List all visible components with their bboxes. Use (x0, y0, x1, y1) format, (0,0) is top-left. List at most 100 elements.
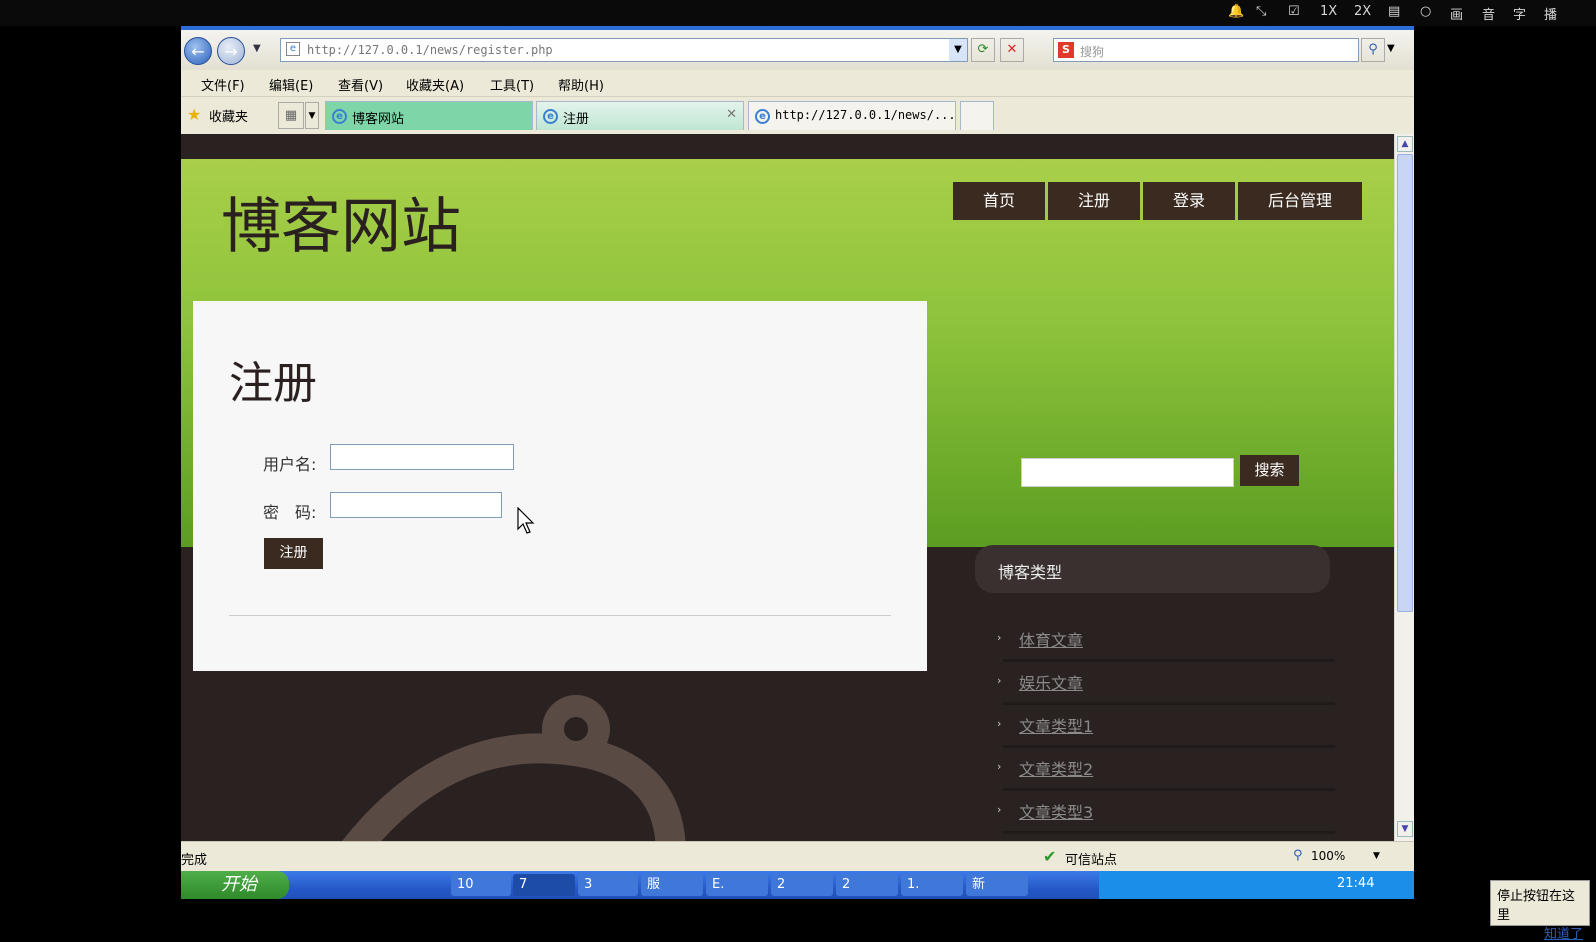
category-divider (1003, 831, 1335, 834)
ie-icon: e (543, 109, 558, 124)
vertical-scrollbar[interactable]: ▲ ▼ (1394, 134, 1414, 841)
nav-home[interactable]: 首页 (953, 182, 1045, 220)
nav-login[interactable]: 登录 (1143, 182, 1235, 220)
tab-list-icon[interactable]: ▼ (305, 102, 319, 129)
sogou-icon: S (1058, 42, 1074, 58)
taskbar-item-qq[interactable]: 2 (836, 874, 898, 896)
category-divider (1003, 745, 1335, 748)
register-submit-button[interactable]: 注册 (264, 538, 323, 569)
start-button[interactable]: 开始 (181, 871, 289, 899)
site-title[interactable]: 博客网站 (221, 178, 461, 265)
new-tab-button[interactable] (960, 101, 994, 130)
category-link-type3[interactable]: 文章类型3 (1019, 799, 1093, 823)
taskbar-item-word[interactable]: 3 (578, 874, 638, 896)
window-icon[interactable]: ▤ (1388, 4, 1400, 19)
swirl-decoration (342, 695, 686, 841)
category-link-entertainment[interactable]: 娱乐文章 (1019, 670, 1083, 694)
url-text[interactable]: http://127.0.0.1/news/register.php (307, 43, 553, 57)
clock[interactable]: 21:44 (1337, 876, 1374, 891)
stop-hint-popup: 停止按钮在这里 知道了 (1490, 880, 1590, 942)
zoom-dropdown-icon[interactable]: ▼ (1373, 851, 1380, 861)
zone-label[interactable]: 可信站点 (1065, 849, 1117, 868)
zoom-icon: ⚲ (1293, 848, 1303, 863)
sidebar-title: 博客类型 (998, 563, 1063, 582)
page-viewport: 博客网站 首页 注册 登录 后台管理 注册 用户名: 密 码: 注册 搜索 博客… (181, 134, 1394, 841)
register-heading: 注册 (229, 358, 317, 409)
ie-icon: e (755, 109, 770, 124)
password-input[interactable] (330, 492, 502, 518)
quick-tabs-icon[interactable]: ▦ (278, 102, 304, 129)
resize-icon[interactable]: ⤡ (1256, 4, 1266, 19)
sidebar-title-box: 博客类型 (975, 545, 1330, 593)
form-divider (229, 615, 891, 616)
windows-taskbar: 开始 10 7 3 服 E. 2 2 1. 新 21:44 (181, 871, 1414, 899)
stop-icon[interactable]: ✕ (1000, 38, 1024, 62)
favorites-label[interactable]: 收藏夹 (209, 106, 248, 125)
taskbar-item-folders[interactable]: 10 (451, 874, 511, 896)
username-label: 用户名: (263, 455, 317, 474)
menu-view[interactable]: 查看(V) (338, 75, 383, 94)
zoom-1x-button[interactable]: 1X (1320, 4, 1337, 19)
category-link-sports[interactable]: 体育文章 (1019, 627, 1083, 651)
search-options-icon[interactable]: ▼ (1387, 43, 1395, 54)
address-bar[interactable]: e http://127.0.0.1/news/register.php ▼ (280, 38, 968, 62)
tab-label: 博客网站 (352, 112, 405, 127)
password-label: 密 码: (263, 503, 317, 522)
scroll-down-icon[interactable]: ▼ (1397, 821, 1413, 837)
scroll-thumb[interactable] (1397, 154, 1413, 612)
bell-icon[interactable]: 🔔 (1228, 4, 1244, 19)
start-label: 开始 (221, 874, 257, 895)
bullet-icon: › (997, 631, 1002, 644)
taskbar-item-paint[interactable]: 2 (771, 874, 833, 896)
search-engine-box[interactable]: S 搜狗 (1053, 38, 1359, 62)
search-go-icon[interactable]: ⚲ (1361, 38, 1385, 62)
search-placeholder: 搜狗 (1080, 45, 1105, 59)
bullet-icon: › (997, 760, 1002, 773)
popup-text: 停止按钮在这里 (1497, 889, 1576, 923)
menu-favorites[interactable]: 收藏夹(A) (406, 75, 464, 94)
username-input[interactable] (330, 444, 514, 470)
status-bar: 完成 ✔ 可信站点 ⚲ 100% ▼ (181, 841, 1414, 871)
refresh-icon[interactable]: ⟳ (971, 38, 995, 62)
zoom-2x-button[interactable]: 2X (1354, 4, 1371, 19)
checkbox-icon[interactable]: ☑ (1288, 4, 1300, 19)
tab-bar: ★ 收藏夹 ▦ ▼ e 博客网站 e 注册 ✕ e http://127.0.0… (181, 97, 1414, 133)
menu-edit[interactable]: 编辑(E) (269, 75, 313, 94)
zoom-level[interactable]: 100% (1311, 849, 1345, 863)
menu-file[interactable]: 文件(F) (201, 75, 245, 94)
status-text: 完成 (181, 853, 208, 868)
category-link-type1[interactable]: 文章类型1 (1019, 713, 1093, 737)
search-input[interactable] (1021, 458, 1234, 487)
play-button[interactable]: 播 (1544, 4, 1557, 23)
back-button[interactable]: ← (184, 37, 212, 65)
tab-register[interactable]: e 注册 ✕ (536, 101, 744, 130)
forward-button[interactable]: → (217, 37, 245, 65)
search-button[interactable]: 搜索 (1240, 455, 1299, 486)
system-tray: 21:44 (1099, 871, 1414, 899)
taskbar-item-server[interactable]: 服 (641, 874, 703, 896)
bulb-icon[interactable]: ○ (1420, 4, 1431, 19)
taskbar-item-e[interactable]: E. (706, 874, 768, 896)
nav-admin[interactable]: 后台管理 (1238, 182, 1362, 220)
url-dropdown-icon[interactable]: ▼ (949, 39, 967, 61)
scroll-up-icon[interactable]: ▲ (1397, 136, 1413, 152)
taskbar-item-fw[interactable]: 1. (901, 874, 963, 896)
nav-register[interactable]: 注册 (1048, 182, 1140, 220)
menu-tools[interactable]: 工具(T) (490, 75, 534, 94)
star-icon[interactable]: ★ (187, 105, 201, 124)
subtitle-button[interactable]: 字 (1513, 4, 1526, 23)
tab-news[interactable]: e http://127.0.0.1/news/... (748, 101, 956, 130)
audio-button[interactable]: 音 (1482, 4, 1495, 23)
category-link-type2[interactable]: 文章类型2 (1019, 756, 1093, 780)
taskbar-item-ie[interactable]: 7 (513, 874, 575, 896)
check-icon: ✔ (1043, 847, 1057, 866)
history-dropdown-icon[interactable]: ▼ (253, 43, 261, 54)
ie-icon: e (332, 109, 347, 124)
menu-help[interactable]: 帮助(H) (558, 75, 604, 94)
tab-close-icon[interactable]: ✕ (726, 107, 737, 122)
address-row: ← → ▼ e http://127.0.0.1/news/register.p… (181, 30, 1414, 70)
ie-window: ← → ▼ e http://127.0.0.1/news/register.p… (181, 26, 1414, 899)
picture-button[interactable]: 画 (1450, 4, 1463, 23)
tab-blog-site[interactable]: e 博客网站 (325, 101, 533, 130)
taskbar-item-new[interactable]: 新 (966, 874, 1028, 896)
